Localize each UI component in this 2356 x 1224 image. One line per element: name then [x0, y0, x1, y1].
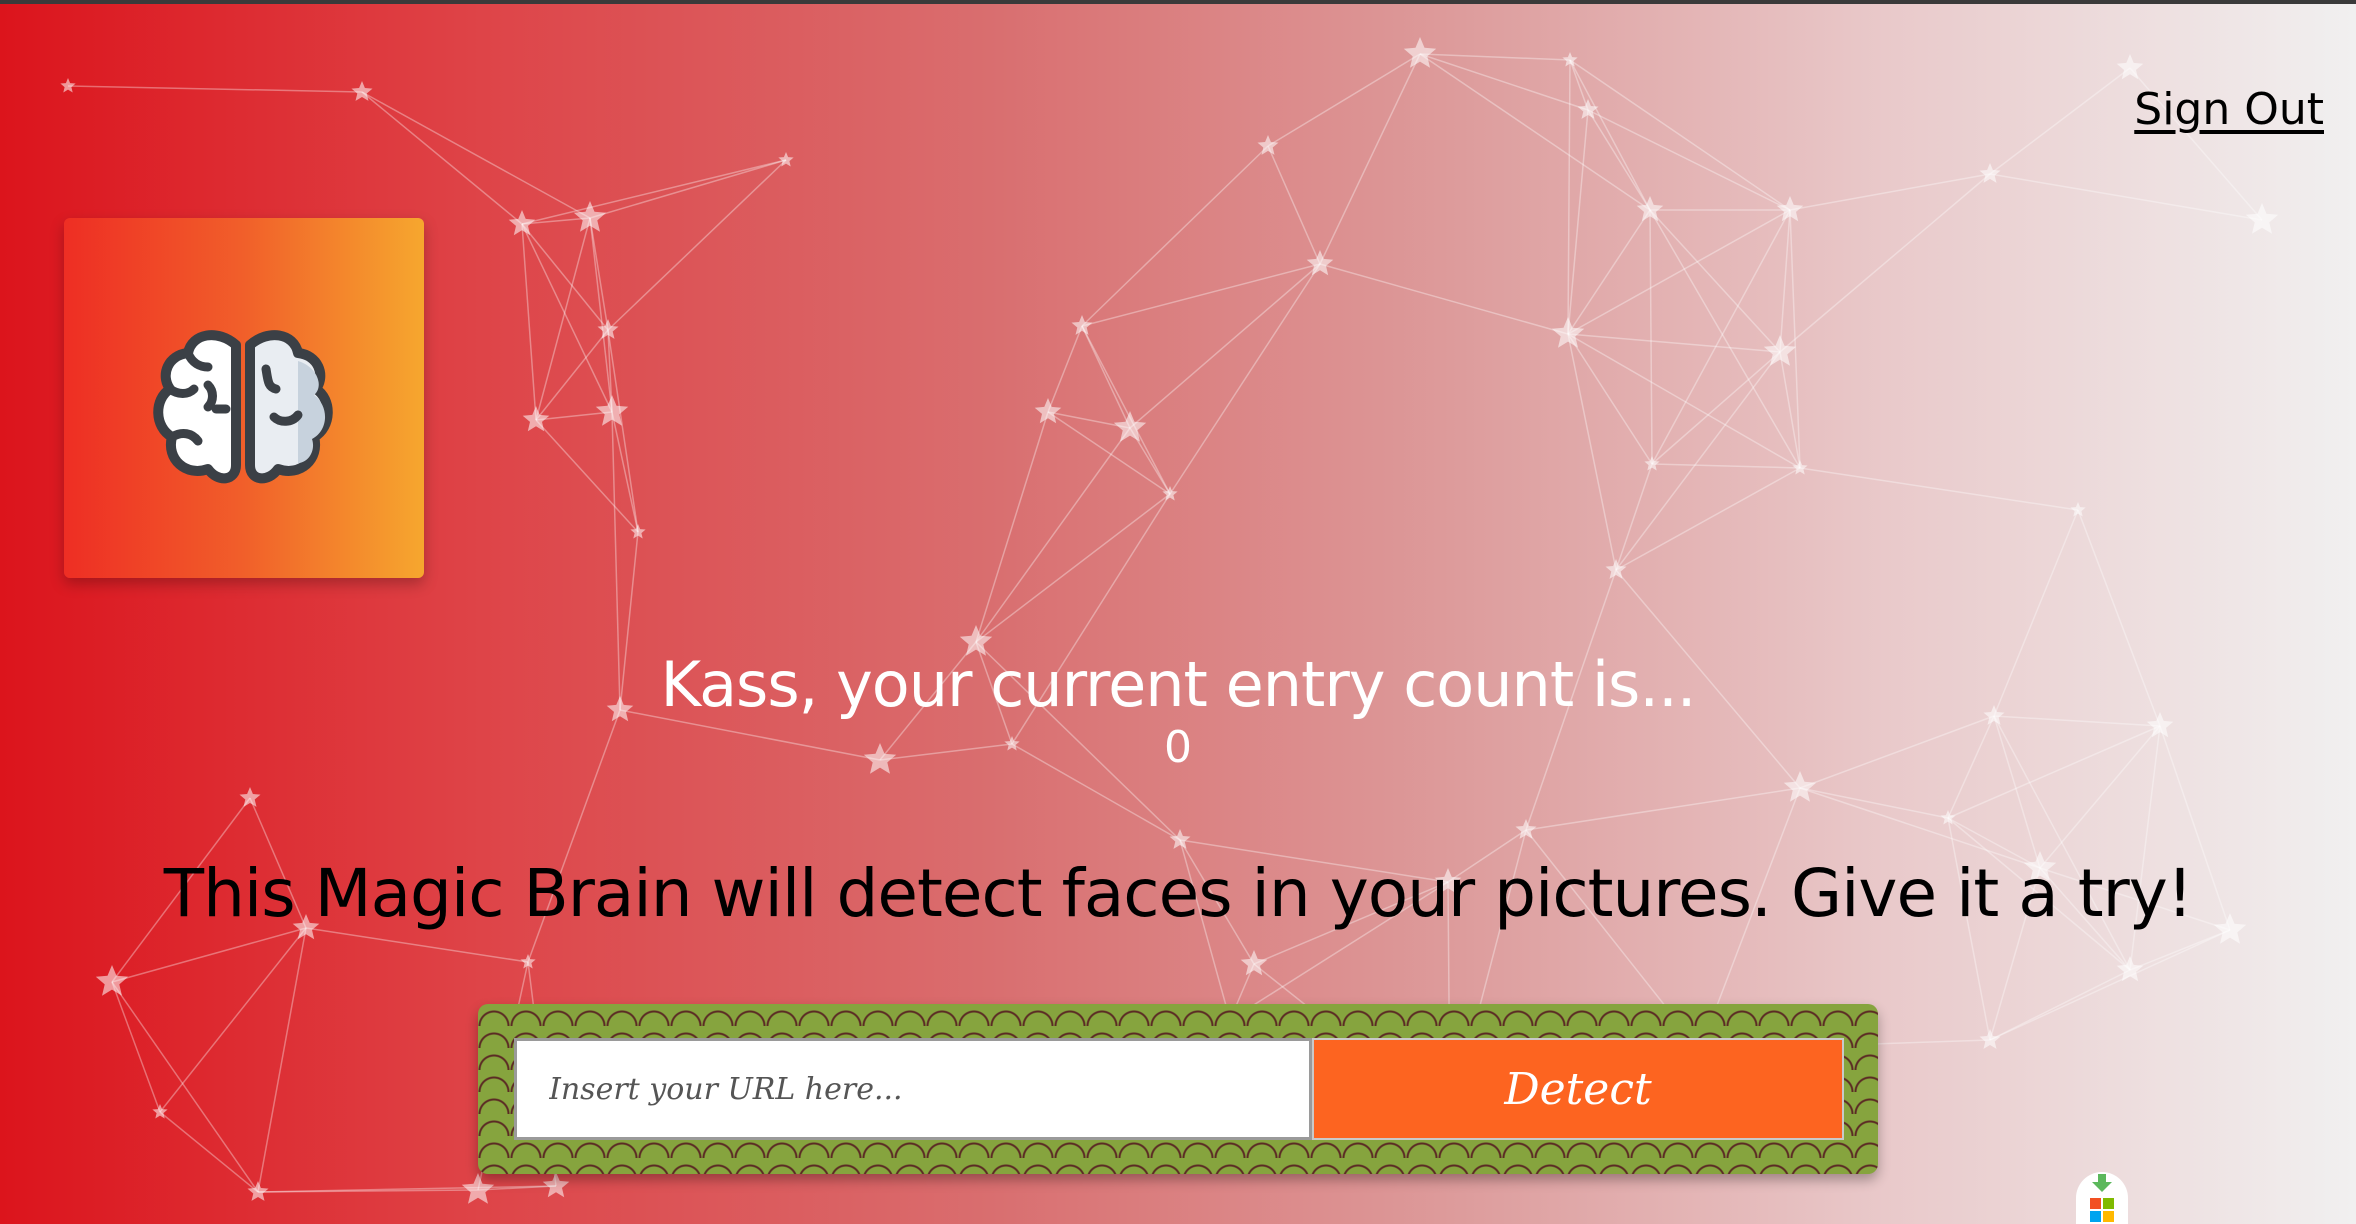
particle-star: [1551, 317, 1585, 348]
particle-star: [573, 201, 607, 232]
particle-star: [1605, 559, 1627, 579]
particle-star: [542, 1172, 570, 1198]
particle-star: [522, 406, 550, 432]
particle-star: [1113, 411, 1147, 442]
particle-star: [95, 965, 129, 996]
extension-download-icon[interactable]: [2076, 1172, 2128, 1224]
particle-star: [1257, 135, 1279, 155]
detect-button[interactable]: Detect: [1312, 1038, 1844, 1140]
sign-out-link[interactable]: Sign Out: [2134, 84, 2324, 135]
particle-star: [2070, 502, 2086, 517]
particle-star: [1403, 37, 1437, 68]
entry-count-greeting: Kass, your current entry count is...: [660, 648, 1697, 721]
particle-star: [1979, 1029, 2001, 1049]
particle-star: [247, 1181, 269, 1201]
entry-count-value: 0: [1164, 722, 1192, 773]
url-input[interactable]: [514, 1038, 1312, 1140]
particle-star: [1515, 819, 1537, 839]
brain-icon: [153, 330, 333, 484]
particle-star: [1034, 398, 1062, 424]
intro-text: This Magic Brain will detect faces in yo…: [163, 855, 2193, 932]
particle-star: [1644, 456, 1660, 471]
image-link-form: Detect: [478, 1004, 1878, 1174]
particle-star: [1792, 460, 1808, 475]
particle-star: [239, 787, 261, 807]
logo-card: [64, 218, 424, 578]
particle-star: [60, 78, 76, 93]
particle-star: [461, 1173, 495, 1204]
window-top-border: [0, 0, 2356, 4]
